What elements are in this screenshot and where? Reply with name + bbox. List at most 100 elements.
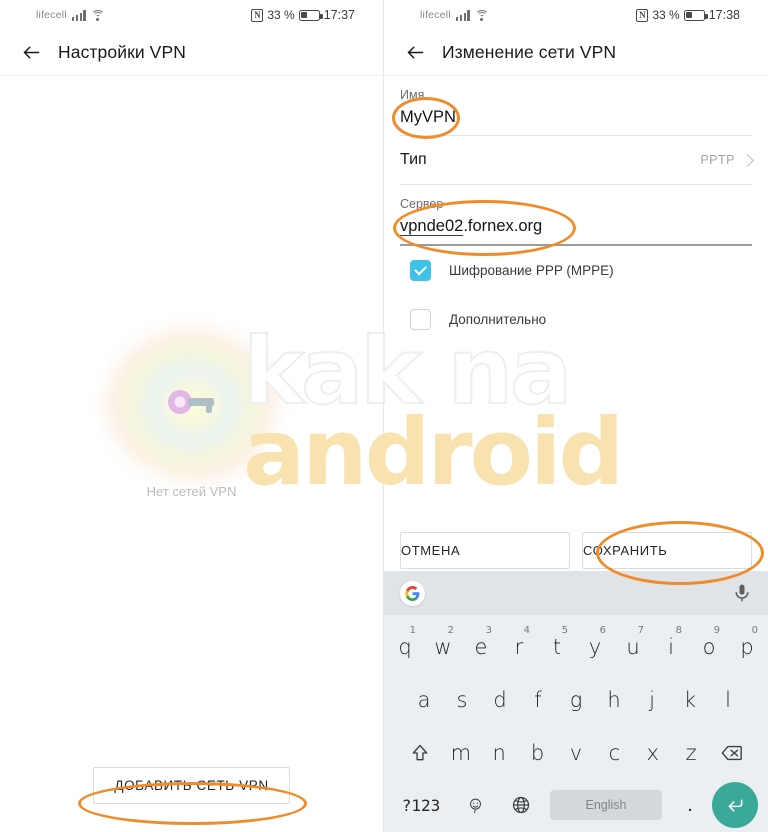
key-r[interactable]: 4r	[500, 624, 538, 670]
key-j[interactable]: j	[633, 677, 671, 723]
key-y[interactable]: 6y	[576, 624, 614, 670]
key-label: g	[569, 687, 583, 712]
wifi-icon	[90, 9, 105, 21]
key-p[interactable]: 0p	[728, 624, 766, 670]
field-type[interactable]: Тип PPTP	[400, 136, 754, 184]
key-label: u	[626, 634, 640, 659]
key-l[interactable]: l	[709, 677, 747, 723]
signal-icon	[455, 10, 470, 21]
key-number-hint: 9	[713, 624, 720, 636]
app-bar-right: Изменение сети VPN	[384, 30, 768, 75]
key-e[interactable]: 3e	[462, 624, 500, 670]
empty-state-label: Нет сетей VPN	[146, 484, 237, 499]
key-q[interactable]: 1q	[386, 624, 424, 670]
battery-percent: 33 %	[267, 8, 295, 22]
clock-label: 17:38	[708, 8, 740, 22]
key-s[interactable]: s	[443, 677, 481, 723]
backspace-icon[interactable]	[710, 730, 754, 776]
signal-icon	[71, 10, 86, 21]
key-number-hint: 1	[409, 624, 416, 636]
period-key[interactable]: .	[668, 794, 712, 817]
page-title: Изменение сети VPN	[442, 42, 617, 62]
key-label: e	[474, 634, 488, 659]
status-left-group: lifecell	[420, 9, 489, 21]
name-input[interactable]: MyVPN	[400, 102, 752, 135]
key-number-hint: 2	[447, 624, 454, 636]
cancel-button[interactable]: ОТМЕНА	[400, 532, 570, 569]
advanced-options-checkbox[interactable]	[410, 308, 431, 330]
numbers-symbols-key[interactable]: ?123	[390, 796, 452, 815]
server-input[interactable]: vpnde02.fornex.org	[400, 211, 752, 244]
ppp-encryption-checkbox[interactable]	[410, 259, 431, 281]
key-label: w	[434, 634, 452, 659]
shift-icon[interactable]	[398, 730, 442, 776]
google-icon[interactable]	[400, 580, 425, 606]
emoji-icon[interactable]	[452, 797, 498, 814]
key-v[interactable]: v	[557, 730, 595, 776]
nfc-icon: N	[636, 8, 649, 22]
nfc-icon: N	[251, 8, 264, 22]
key-m[interactable]: m	[442, 730, 480, 776]
key-a[interactable]: a	[405, 677, 443, 723]
server-value-rest: .fornex.org	[463, 217, 543, 235]
key-z[interactable]: z	[672, 730, 710, 776]
key-g[interactable]: g	[557, 677, 595, 723]
server-field-label: Сервер	[400, 197, 444, 211]
name-field-label: Имя	[400, 88, 425, 102]
key-d[interactable]: d	[481, 677, 519, 723]
battery-percent: 33 %	[652, 8, 680, 22]
key-k[interactable]: k	[671, 677, 709, 723]
space-bar[interactable]: English	[550, 790, 662, 820]
battery-icon	[683, 9, 708, 21]
key-w[interactable]: 2w	[424, 624, 462, 670]
empty-state-illustration	[97, 330, 287, 480]
key-b[interactable]: b	[518, 730, 556, 776]
form-action-buttons: ОТМЕНА СОХРАНИТЬ	[384, 532, 768, 569]
key-t[interactable]: 5t	[538, 624, 576, 670]
enter-icon[interactable]	[712, 782, 758, 828]
key-o[interactable]: 9o	[690, 624, 728, 670]
key-number-hint: 3	[485, 624, 492, 636]
empty-state-vpn: Нет сетей VPN	[0, 330, 383, 499]
keyboard-suggestion-bar	[384, 571, 768, 615]
key-i[interactable]: 8i	[652, 624, 690, 670]
key-label: y	[588, 634, 602, 659]
key-x[interactable]: x	[634, 730, 672, 776]
microphone-icon[interactable]	[732, 583, 752, 603]
key-f[interactable]: f	[519, 677, 557, 723]
key-c[interactable]: c	[595, 730, 633, 776]
key-label: h	[607, 687, 621, 712]
left-phone-screen: lifecell N 33 % 17:37 Настройки VPN Нет …	[0, 0, 384, 832]
status-bar-right: lifecell N 33 % 17:38	[384, 0, 768, 30]
row-ppp-encryption[interactable]: Шифрование PPP (MPPE)	[400, 246, 752, 295]
wifi-icon	[474, 9, 489, 21]
add-vpn-button-container: ДОБАВИТЬ СЕТЬ VPN	[0, 767, 383, 804]
key-label: i	[668, 634, 674, 659]
add-vpn-network-button[interactable]: ДОБАВИТЬ СЕТЬ VPN	[93, 767, 290, 804]
back-arrow-icon[interactable]	[14, 36, 48, 70]
key-number-hint: 6	[599, 624, 606, 636]
back-arrow-icon[interactable]	[398, 36, 432, 70]
key-label: p	[740, 634, 754, 659]
status-bar-left: lifecell N 33 % 17:37	[0, 0, 383, 30]
key-u[interactable]: 7u	[614, 624, 652, 670]
save-button[interactable]: СОХРАНИТЬ	[582, 532, 752, 569]
status-right-group: N 33 % 17:37	[251, 8, 355, 22]
key-n[interactable]: n	[480, 730, 518, 776]
key-label: l	[725, 687, 731, 712]
row-advanced-options[interactable]: Дополнительно	[400, 295, 752, 344]
app-bar-left: Настройки VPN	[0, 30, 383, 75]
carrier-label: lifecell	[36, 9, 67, 21]
globe-icon[interactable]	[498, 795, 544, 815]
key-label: q	[398, 634, 412, 659]
vpn-key-icon	[167, 390, 214, 414]
clock-label: 17:37	[323, 8, 355, 22]
key-h[interactable]: h	[595, 677, 633, 723]
status-left-group: lifecell	[36, 9, 105, 21]
carrier-label: lifecell	[420, 9, 451, 21]
type-field-label: Тип	[400, 151, 427, 168]
type-selected-value: PPTP	[700, 153, 735, 167]
advanced-options-label: Дополнительно	[449, 311, 547, 327]
key-label: k	[683, 687, 697, 712]
right-phone-screen: lifecell N 33 % 17:38 Изменение сети VPN	[384, 0, 768, 832]
